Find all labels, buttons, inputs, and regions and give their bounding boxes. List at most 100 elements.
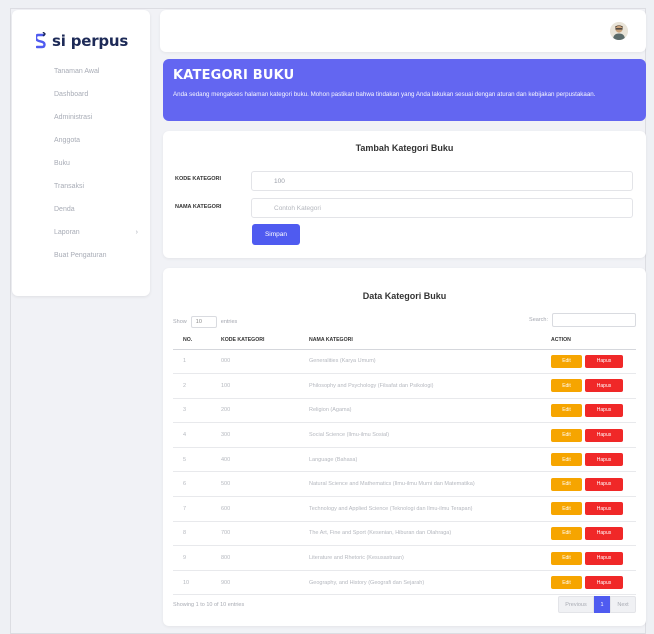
sidebar-item-tanaman-awal[interactable]: Tanaman Awal [12, 60, 150, 83]
delete-button[interactable]: Hapus [585, 526, 623, 540]
cell-no: 9 [173, 545, 217, 571]
cell-no: 6 [173, 471, 217, 498]
page-description: Anda sedang mengakses halaman kategori b… [173, 91, 596, 98]
edit-button[interactable]: Edit [551, 502, 582, 516]
sidebar-item-label: Tanaman Awal [54, 68, 100, 75]
simpan-button[interactable]: Simpan [252, 224, 300, 245]
delete-button[interactable]: Hapus [585, 354, 623, 368]
sidebar-item-label: Anggota [54, 137, 81, 144]
table-header-row: NO. KODE KATEGORI NAMA KATEGORI ACTION [173, 332, 636, 350]
edit-button[interactable]: Edit [551, 379, 582, 393]
edit-button[interactable]: Edit [551, 551, 582, 565]
cell-action: Edit Hapus [551, 422, 636, 448]
cell-nama: Philosophy and Psychology (Filsafat dan … [297, 373, 551, 399]
cell-nama: Social Science (Ilmu-ilmu Sosial) [297, 422, 551, 448]
cell-no: 8 [173, 521, 217, 547]
edit-button[interactable]: Edit [551, 403, 582, 417]
sidebar-item-dashboard[interactable]: Dashboard [12, 83, 150, 106]
cell-kode: 900 [217, 570, 297, 596]
kode-kategori-input[interactable] [251, 171, 633, 191]
cell-no: 1 [173, 349, 217, 375]
delete-button[interactable]: Hapus [585, 379, 623, 393]
cell-kode: 400 [217, 447, 297, 473]
table-row: 1 000 Generalities (Karya Umum) Edit Hapus [173, 349, 636, 375]
delete-button[interactable]: Hapus [585, 453, 623, 467]
edit-button[interactable]: Edit [551, 453, 582, 467]
show-entries: Show 10 entries [173, 316, 237, 328]
next-button[interactable]: Next [610, 596, 636, 613]
sidebar-item-transaksi[interactable]: Transaksi [12, 175, 150, 198]
table-search: Search: [529, 313, 636, 327]
edit-button[interactable]: Edit [551, 477, 582, 491]
table-title: Data Kategori Buku [362, 291, 447, 301]
row-actions: Edit Hapus [551, 379, 636, 393]
sidebar-item-label: Administrasi [54, 114, 93, 121]
cell-kode: 600 [217, 496, 297, 522]
brand-logo-icon [36, 32, 46, 50]
row-actions: Edit Hapus [551, 526, 636, 540]
cell-action: Edit Hapus [551, 570, 636, 596]
sidebar-item-anggota[interactable]: Anggota [12, 129, 150, 152]
sidebar-item-label: Dashboard [54, 91, 89, 98]
chevron-right-icon: › [135, 229, 138, 236]
nama-kategori-label: NAMA KATEGORI [175, 204, 222, 210]
delete-button[interactable]: Hapus [585, 477, 623, 491]
add-category-form: Tambah Kategori Buku KODE KATEGORI NAMA … [163, 131, 646, 258]
delete-button[interactable]: Hapus [585, 428, 623, 442]
delete-button[interactable]: Hapus [585, 403, 623, 417]
table-row: 3 200 Religion (Agama) Edit Hapus [173, 398, 636, 424]
table-row: 2 100 Philosophy and Psychology (Filsafat … [173, 373, 636, 399]
cell-action: Edit Hapus [551, 373, 636, 399]
edit-button[interactable]: Edit [551, 576, 582, 590]
topbar [160, 10, 646, 52]
row-actions: Edit Hapus [551, 428, 636, 442]
row-actions: Edit Hapus [551, 477, 636, 491]
cell-no: 3 [173, 398, 217, 424]
previous-button[interactable]: Previous [558, 596, 594, 613]
cell-nama: Religion (Agama) [297, 398, 551, 424]
show-label: Show [173, 319, 187, 325]
entries-select[interactable]: 10 [190, 316, 217, 328]
sidebar-item-label: Denda [54, 206, 75, 213]
search-label: Search: [529, 317, 548, 323]
sidebar-item-buku[interactable]: Buku [12, 152, 150, 175]
category-table-card: Data Kategori Buku Show 10 entries Searc… [163, 268, 646, 626]
page-banner: KATEGORI BUKU Anda sedang mengakses hala… [163, 59, 646, 121]
row-actions: Edit Hapus [551, 502, 636, 516]
sidebar-item-laporan[interactable]: Laporan › [12, 221, 150, 244]
sidebar-item-administrasi[interactable]: Administrasi [12, 106, 150, 129]
header-kode-kategori[interactable]: KODE KATEGORI [217, 332, 297, 350]
table-info: Showing 1 to 10 of 10 entries [173, 602, 245, 608]
avatar[interactable] [610, 22, 628, 40]
cell-kode: 300 [217, 422, 297, 448]
search-input[interactable] [552, 313, 636, 327]
header-nama-kategori[interactable]: NAMA KATEGORI [297, 332, 551, 350]
table-body: 1 000 Generalities (Karya Umum) Edit Hapus 2 1… [173, 349, 636, 596]
cell-nama: Literature and Rhetoric (Kesusastraan) [297, 545, 551, 571]
row-actions: Edit Hapus [551, 403, 636, 417]
edit-button[interactable]: Edit [551, 428, 582, 442]
cell-nama: Language (Bahasa) [297, 447, 551, 473]
delete-button[interactable]: Hapus [585, 576, 623, 590]
sidebar-item-label: Buku [54, 160, 70, 167]
table-row: 6 500 Natural Science and Mathematics (Ilm… [173, 471, 636, 498]
nama-kategori-input[interactable] [251, 198, 633, 218]
sidebar-item-denda[interactable]: Denda [12, 198, 150, 221]
sidebar-item-buat-pengaturan[interactable]: Buat Pengaturan [12, 244, 150, 267]
page-1-button[interactable]: 1 [594, 596, 610, 613]
edit-button[interactable]: Edit [551, 526, 582, 540]
table-row: 5 400 Language (Bahasa) Edit Hapus [173, 447, 636, 473]
table-row: 7 600 Technology and Applied Science (Tekn… [173, 496, 636, 522]
delete-button[interactable]: Hapus [585, 551, 623, 565]
cell-no: 7 [173, 496, 217, 522]
table-row: 9 800 Literature and Rhetoric (Kesusastraa… [173, 545, 636, 571]
brand[interactable]: si perpus [36, 32, 128, 50]
header-no[interactable]: NO. [173, 332, 217, 350]
edit-button[interactable]: Edit [551, 354, 582, 368]
delete-button[interactable]: Hapus [585, 502, 623, 516]
kode-kategori-label: KODE KATEGORI [175, 176, 222, 182]
row-actions: Edit Hapus [551, 551, 636, 565]
form-title: Tambah Kategori Buku [355, 143, 454, 153]
row-actions: Edit Hapus [551, 453, 636, 467]
cell-action: Edit Hapus [551, 496, 636, 522]
